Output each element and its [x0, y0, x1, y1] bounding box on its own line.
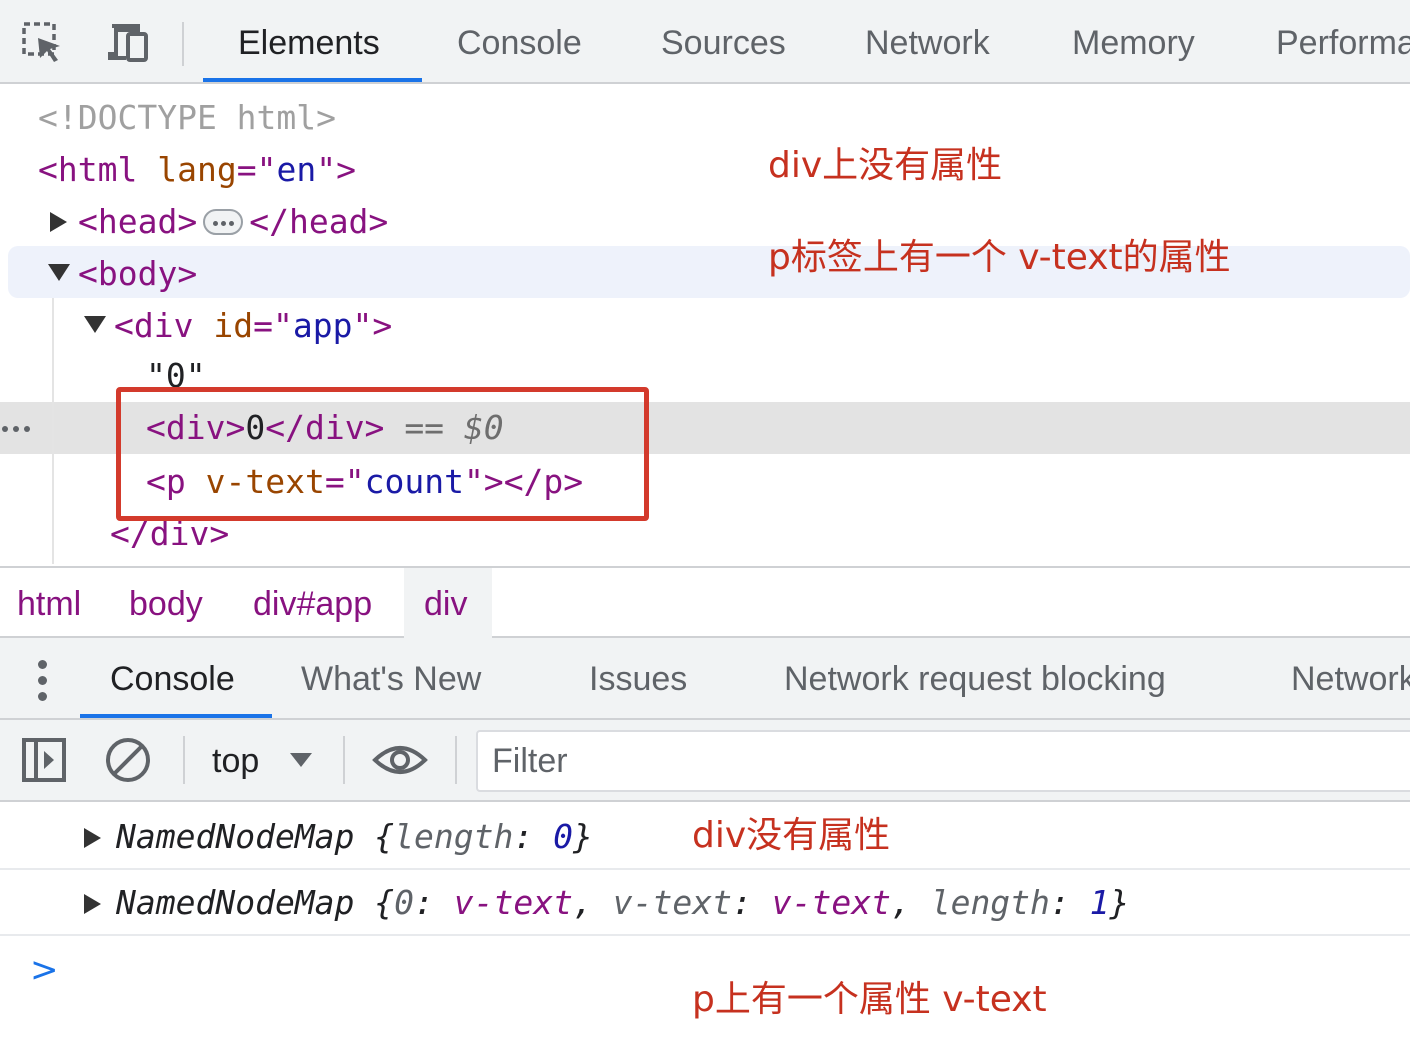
head-open-tag: <head> — [78, 202, 198, 241]
div-attr-close: "> — [352, 306, 393, 345]
toolbar-separator — [182, 22, 184, 66]
prop-value: v-text — [771, 883, 891, 922]
separator: , — [890, 883, 931, 922]
drawer-tab-request-blocking[interactable]: Network request blocking — [784, 638, 1166, 718]
html-attr-name: lang — [157, 150, 237, 189]
drawer-tab-whats-new[interactable]: What's New — [301, 638, 481, 718]
tab-sources[interactable]: Sources — [661, 0, 786, 82]
div-attr-value: app — [292, 306, 353, 345]
drawer-tab-issues[interactable]: Issues — [589, 638, 687, 718]
collapse-triangle-icon[interactable] — [48, 264, 70, 281]
drawer-tab-network-conditions[interactable]: Network conditions — [1291, 638, 1410, 718]
eye-icon[interactable] — [372, 742, 428, 778]
clear-console-icon[interactable] — [104, 736, 152, 784]
drawer-tab-console[interactable]: Console — [110, 638, 235, 718]
html-attr-eq: =" — [236, 150, 277, 189]
brace-close: } — [1109, 883, 1130, 922]
chevron-down-icon[interactable] — [290, 753, 312, 767]
tree-row-html[interactable]: <html lang="en"> — [0, 144, 1410, 196]
toolbar-separator — [343, 736, 345, 784]
console-toolbar: top — [0, 720, 1410, 802]
console-message-2[interactable]: NamedNodeMap {0: v-text, v-text: v-text,… — [0, 870, 1410, 936]
annotation-div-no-attr: div上没有属性 — [768, 145, 1003, 186]
filter-input[interactable] — [476, 730, 1410, 792]
expand-triangle-icon[interactable] — [84, 894, 101, 914]
div-open-tag: <div — [114, 306, 194, 345]
object-name: NamedNodeMap — [116, 817, 355, 856]
active-drawer-tab-indicator — [80, 714, 272, 718]
head-close-tag: </head> — [249, 202, 389, 241]
div-attr-eq: =" — [253, 306, 293, 345]
expand-triangle-icon[interactable] — [84, 828, 101, 848]
tab-elements[interactable]: Elements — [238, 0, 380, 82]
html-attr-close: "> — [316, 150, 356, 189]
toolbar-separator — [455, 736, 457, 784]
more-tools-icon[interactable] — [38, 660, 50, 701]
doctype-node: <!DOCTYPE html> — [38, 98, 337, 137]
collapse-triangle-icon[interactable] — [84, 316, 106, 333]
body-open-tag: <body> — [78, 254, 198, 293]
toolbar-separator — [183, 736, 185, 784]
tab-console[interactable]: Console — [457, 0, 582, 82]
colon: : — [414, 883, 454, 922]
breadcrumb-div-app[interactable]: div#app — [253, 568, 372, 638]
drawer-tab-bar: Console What's New Issues Network reques… — [0, 638, 1410, 720]
html-open-tag: <html — [38, 150, 138, 189]
collapsed-ellipsis-icon[interactable] — [203, 208, 244, 235]
breadcrumb-body[interactable]: body — [129, 568, 203, 638]
highlight-box — [116, 387, 649, 521]
tab-network[interactable]: Network — [865, 0, 990, 82]
annotation-p-attr-console: p上有一个属性 v-text — [692, 979, 1047, 1020]
prop-value: 0 — [553, 817, 574, 856]
prop-key: length — [930, 883, 1050, 922]
breadcrumb-div[interactable]: div — [424, 568, 467, 638]
breadcrumb: html body div#app div — [0, 566, 1410, 638]
annotation-p-has-attr: p标签上有一个 v-text的属性 — [768, 237, 1231, 278]
prop-value: 1 — [1089, 883, 1110, 922]
brace-close: } — [573, 817, 593, 856]
device-toolbar-icon[interactable] — [104, 20, 150, 66]
colon: : — [731, 883, 772, 922]
sidebar-toggle-icon[interactable] — [22, 738, 66, 782]
context-selector[interactable]: top — [212, 720, 259, 800]
prop-value: v-text — [453, 883, 574, 922]
prop-key: length — [394, 817, 514, 856]
tree-row-div-app[interactable]: <div id="app"> — [0, 300, 1410, 352]
separator: , — [573, 883, 613, 922]
tree-row-doctype[interactable]: <!DOCTYPE html> — [0, 92, 1410, 144]
prop-key: 0 — [394, 883, 415, 922]
div-attr-name: id — [213, 306, 254, 345]
object-name: NamedNodeMap — [116, 883, 355, 922]
active-tab-indicator — [203, 78, 422, 82]
breadcrumb-html[interactable]: html — [17, 568, 81, 638]
inspect-element-icon[interactable] — [20, 20, 66, 66]
colon: : — [1049, 883, 1090, 922]
tab-memory[interactable]: Memory — [1072, 0, 1195, 82]
devtools-tab-bar: Elements Console Sources Network Memory … — [0, 0, 1410, 84]
expand-triangle-icon[interactable] — [50, 212, 67, 232]
colon: : — [513, 817, 554, 856]
console-prompt[interactable]: > — [30, 950, 59, 990]
annotation-div-no-attr-console: div没有属性 — [692, 815, 891, 856]
html-attr-value: en — [276, 150, 317, 189]
brace-open: { — [354, 817, 395, 856]
brace-open: { — [354, 883, 395, 922]
prop-key: v-text — [612, 883, 732, 922]
tab-performance[interactable]: Performance — [1276, 0, 1410, 82]
